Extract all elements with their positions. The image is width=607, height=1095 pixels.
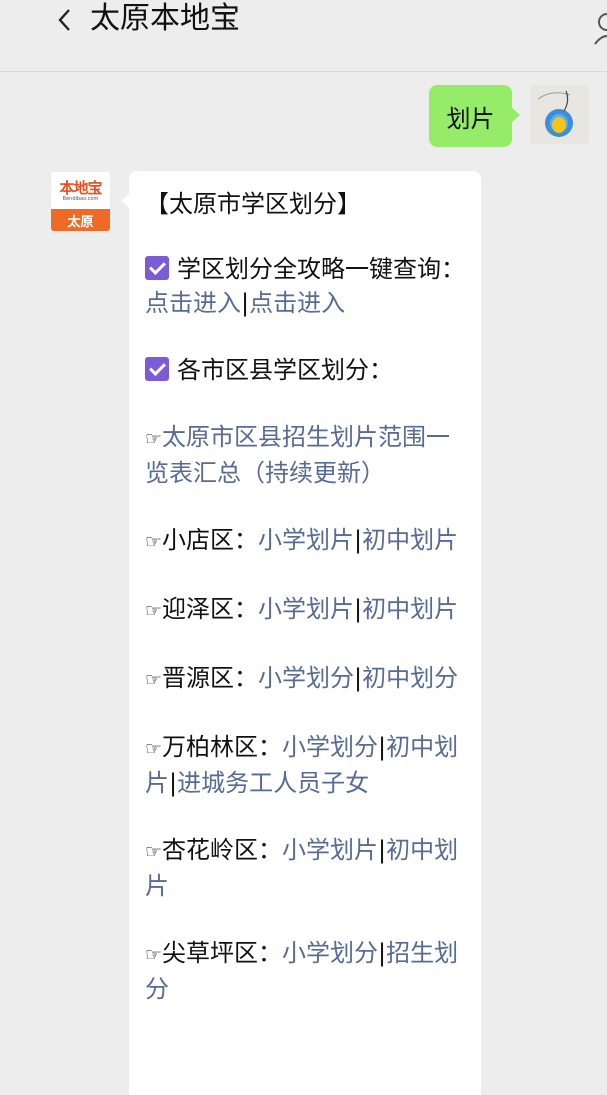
checkbox-icon — [145, 256, 169, 280]
district-name: 晋源区： — [162, 664, 259, 692]
sent-message-text: 划片 — [446, 104, 495, 133]
district-name: 万柏林区： — [162, 733, 283, 761]
guide-label: 学区划分全攻略一键查询： — [177, 255, 465, 283]
official-account-avatar[interactable]: 本地宝 Bendibao.com 太原 — [51, 172, 110, 231]
pointing-hand-icon: ☞ — [145, 944, 163, 966]
reply-message-bubble: 【太原市学区划分】 学区划分全攻略一键查询：点击进入|点击进入 各市区县学区划分… — [121, 171, 481, 1095]
guide-link-2[interactable]: 点击进入 — [249, 289, 345, 317]
district-link[interactable]: 初中划分 — [362, 664, 458, 692]
avatar-logo-text: 本地宝 — [59, 178, 102, 197]
district-link[interactable]: 进城务工人员子女 — [177, 769, 369, 797]
district-name: 尖草坪区： — [162, 939, 283, 967]
pointing-hand-icon: ☞ — [145, 669, 163, 691]
district-item: ☞晋源区：小学划分|初中划分 — [145, 661, 467, 697]
district-item: ☞迎泽区：小学划片|初中划片 — [145, 592, 467, 628]
guide-paragraph: 学区划分全攻略一键查询： 点击进入|点击进入 — [145, 252, 467, 320]
chat-header: 太原本地宝 — [0, 0, 607, 72]
district-item: ☞杏花岭区：小学划片|初中划片 — [145, 833, 467, 903]
avatar-city-text: 太原 — [51, 209, 110, 231]
checkbox-icon — [145, 357, 169, 381]
district-link[interactable]: 初中划片 — [362, 526, 458, 554]
pointing-hand-icon: ☞ — [145, 600, 163, 622]
district-link[interactable]: 小学划片 — [282, 836, 378, 864]
link-separator: | — [354, 595, 363, 623]
avatar-domain-text: Bendibao.com — [62, 195, 99, 202]
district-link[interactable]: 小学划分 — [282, 733, 378, 761]
link-separator: | — [378, 733, 387, 761]
sent-message-bubble[interactable]: 划片 — [429, 85, 520, 147]
district-link[interactable]: 小学划分 — [282, 939, 378, 967]
district-item: ☞小店区：小学划片|初中划片 — [145, 523, 467, 559]
districts-paragraph: 各市区县学区划分： — [145, 353, 467, 387]
pointing-hand-icon: ☞ — [145, 428, 163, 450]
district-name: 杏花岭区： — [162, 836, 283, 864]
guide-separator: | — [241, 289, 250, 317]
link-separator: | — [354, 526, 363, 554]
district-name: 迎泽区： — [162, 595, 259, 623]
link-separator: | — [169, 769, 178, 797]
district-link[interactable]: 小学划分 — [258, 664, 354, 692]
districts-label: 各市区县学区划分： — [177, 356, 393, 384]
chevron-left-icon — [58, 9, 70, 31]
reply-heading: 【太原市学区划分】 — [145, 190, 361, 218]
district-item: ☞万柏林区：小学划分|初中划片|进城务工人员子女 — [145, 730, 467, 800]
district-item: ☞尖草坪区：小学划分|招生划分 — [145, 936, 467, 1006]
pointing-hand-icon: ☞ — [145, 531, 163, 553]
link-separator: | — [378, 939, 387, 967]
link-separator: | — [354, 664, 363, 692]
district-name: 小店区： — [162, 526, 259, 554]
profile-button[interactable] — [593, 10, 607, 46]
guide-link-1[interactable]: 点击进入 — [145, 289, 241, 317]
my-avatar[interactable] — [530, 85, 589, 144]
user-avatar-image — [530, 85, 589, 144]
pointing-hand-icon: ☞ — [145, 841, 163, 863]
summary-paragraph: ☞太原市区县招生划片范围一览表汇总（持续更新） — [145, 420, 467, 490]
chat-title: 太原本地宝 — [90, 1, 240, 36]
district-link[interactable]: 小学划片 — [258, 595, 354, 623]
person-icon — [594, 13, 607, 45]
summary-link[interactable]: 太原市区县招生划片范围一览表汇总（持续更新） — [145, 423, 450, 487]
district-link[interactable]: 小学划片 — [258, 526, 354, 554]
back-button[interactable] — [46, 0, 82, 40]
link-separator: | — [378, 836, 387, 864]
pointing-hand-icon: ☞ — [145, 738, 163, 760]
district-link[interactable]: 初中划片 — [362, 595, 458, 623]
